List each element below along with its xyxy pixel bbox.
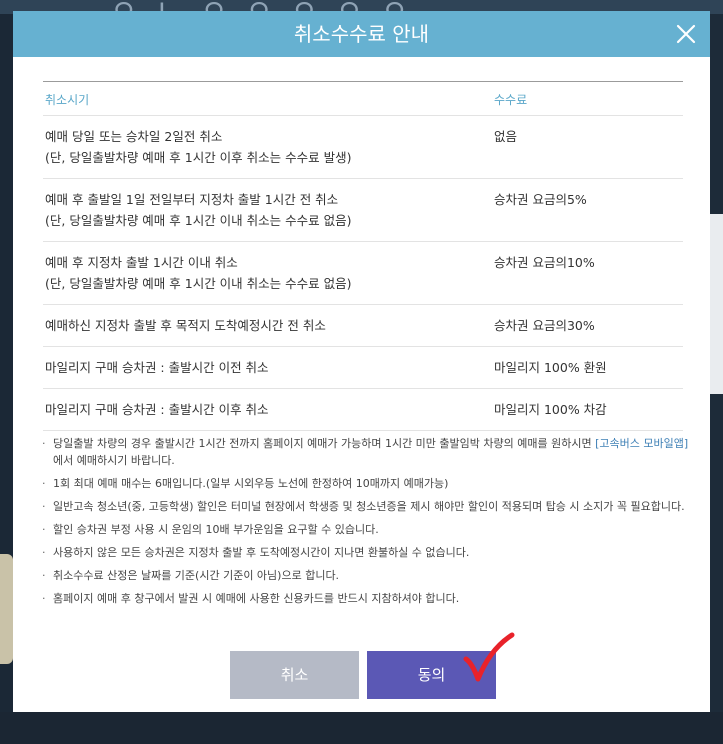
table-row: 예매 후 지정차 출발 1시간 이내 취소 (단, 당일출발차량 예매 후 1시간… bbox=[43, 241, 683, 305]
notice-item: 사용하지 않은 모든 승차권은 지정차 출발 후 도착예정시간이 지나면 환불하… bbox=[41, 544, 691, 561]
background-right bbox=[710, 14, 723, 714]
cell-time-line: 예매 후 출발일 1일 전일부터 지정차 출발 1시간 전 취소 bbox=[45, 192, 339, 207]
cell-time: 예매하신 지정차 출발 후 목적지 도착예정시간 전 취소 bbox=[43, 304, 492, 347]
notice-text: 당일출발 차량의 경우 출발시간 1시간 전까지 홈페이지 예매가 가능하며 1… bbox=[53, 437, 592, 450]
table-row: 예매하신 지정차 출발 후 목적지 도착예정시간 전 취소 승차권 요금의30% bbox=[43, 304, 683, 347]
cell-time: 예매 후 출발일 1일 전일부터 지정차 출발 1시간 전 취소 (단, 당일출발… bbox=[43, 178, 492, 242]
cell-fee: 마일리지 100% 차감 bbox=[492, 388, 683, 431]
cell-time: 예매 당일 또는 승차일 2일전 취소 (단, 당일출발차량 예매 후 1시간 이… bbox=[43, 115, 492, 179]
cell-time-line: 예매 후 지정차 출발 1시간 이내 취소 bbox=[45, 255, 238, 270]
cell-time-note: (단, 당일출발차량 예매 후 1시간 이후 취소는 수수료 발생) bbox=[45, 150, 352, 165]
cell-fee: 승차권 요금의30% bbox=[492, 304, 683, 347]
background-left bbox=[0, 14, 13, 714]
notice-item: 취소수수료 산정은 날짜를 기준(시간 기준이 아님)으로 합니다. bbox=[41, 567, 691, 584]
header-cancel-time: 취소시기 bbox=[43, 81, 492, 116]
mobile-app-link[interactable]: [고속버스 모바일앱] bbox=[595, 437, 688, 450]
notice-item: 홈페이지 예매 후 창구에서 발권 시 예매에 사용한 신용카드를 반드시 지참… bbox=[41, 590, 691, 607]
cell-time-line: 예매 당일 또는 승차일 2일전 취소 bbox=[45, 129, 223, 144]
fee-table: 취소시기 수수료 예매 당일 또는 승차일 2일전 취소 (단, 당일출발차량 예… bbox=[43, 81, 683, 431]
cell-fee: 없음 bbox=[492, 115, 683, 179]
notice-item: 일반고속 청소년(중, 고등학생) 할인은 터미널 현장에서 학생증 및 청소년… bbox=[41, 498, 691, 515]
cancellation-fee-modal: 취소수수료 안내 취소시기 수수료 예매 당일 또는 승차일 2일전 취소 (단,… bbox=[13, 11, 710, 712]
background-bus-image bbox=[0, 554, 13, 664]
cancel-button[interactable]: 취소 bbox=[230, 651, 359, 699]
table-row: 예매 후 출발일 1일 전일부터 지정차 출발 1시간 전 취소 (단, 당일출발… bbox=[43, 178, 683, 242]
cell-fee: 승차권 요금의5% bbox=[492, 178, 683, 242]
table-row: 마일리지 구매 승차권 : 출발시간 이후 취소 마일리지 100% 차감 bbox=[43, 388, 683, 431]
close-icon[interactable] bbox=[672, 20, 700, 48]
cell-time-note: (단, 당일출발차량 예매 후 1시간 이내 취소는 수수료 없음) bbox=[45, 213, 352, 228]
cell-time: 마일리지 구매 승차권 : 출발시간 이후 취소 bbox=[43, 388, 492, 431]
cell-time-note: (단, 당일출발차량 예매 후 1시간 이내 취소는 수수료 없음) bbox=[45, 276, 352, 291]
modal-header: 취소수수료 안내 bbox=[13, 11, 710, 57]
cell-time: 예매 후 지정차 출발 1시간 이내 취소 (단, 당일출발차량 예매 후 1시간… bbox=[43, 241, 492, 305]
cell-fee: 마일리지 100% 환원 bbox=[492, 346, 683, 389]
notice-text: 에서 예매하시기 바랍니다. bbox=[53, 454, 175, 467]
background-panel bbox=[710, 214, 723, 394]
table-row: 마일리지 구매 승차권 : 출발시간 이전 취소 마일리지 100% 환원 bbox=[43, 346, 683, 389]
background-footer bbox=[0, 712, 723, 744]
cell-fee: 승차권 요금의10% bbox=[492, 241, 683, 305]
modal-title: 취소수수료 안내 bbox=[293, 22, 430, 46]
notice-item: 당일출발 차량의 경우 출발시간 1시간 전까지 홈페이지 예매가 가능하며 1… bbox=[41, 435, 691, 469]
cell-time: 마일리지 구매 승차권 : 출발시간 이전 취소 bbox=[43, 346, 492, 389]
table-row: 예매 당일 또는 승차일 2일전 취소 (단, 당일출발차량 예매 후 1시간 이… bbox=[43, 115, 683, 179]
header-fee: 수수료 bbox=[492, 81, 683, 116]
notice-list: 당일출발 차량의 경우 출발시간 1시간 전까지 홈페이지 예매가 가능하며 1… bbox=[41, 435, 691, 613]
notice-item: 1회 최대 예매 매수는 6매입니다.(일부 시외우등 노선에 한정하여 10매… bbox=[41, 475, 691, 492]
agree-button[interactable]: 동의 bbox=[367, 651, 496, 699]
notice-item: 할인 승차권 부정 사용 시 운임의 10배 부가운임을 요구할 수 있습니다. bbox=[41, 521, 691, 538]
table-header-row: 취소시기 수수료 bbox=[43, 81, 683, 116]
